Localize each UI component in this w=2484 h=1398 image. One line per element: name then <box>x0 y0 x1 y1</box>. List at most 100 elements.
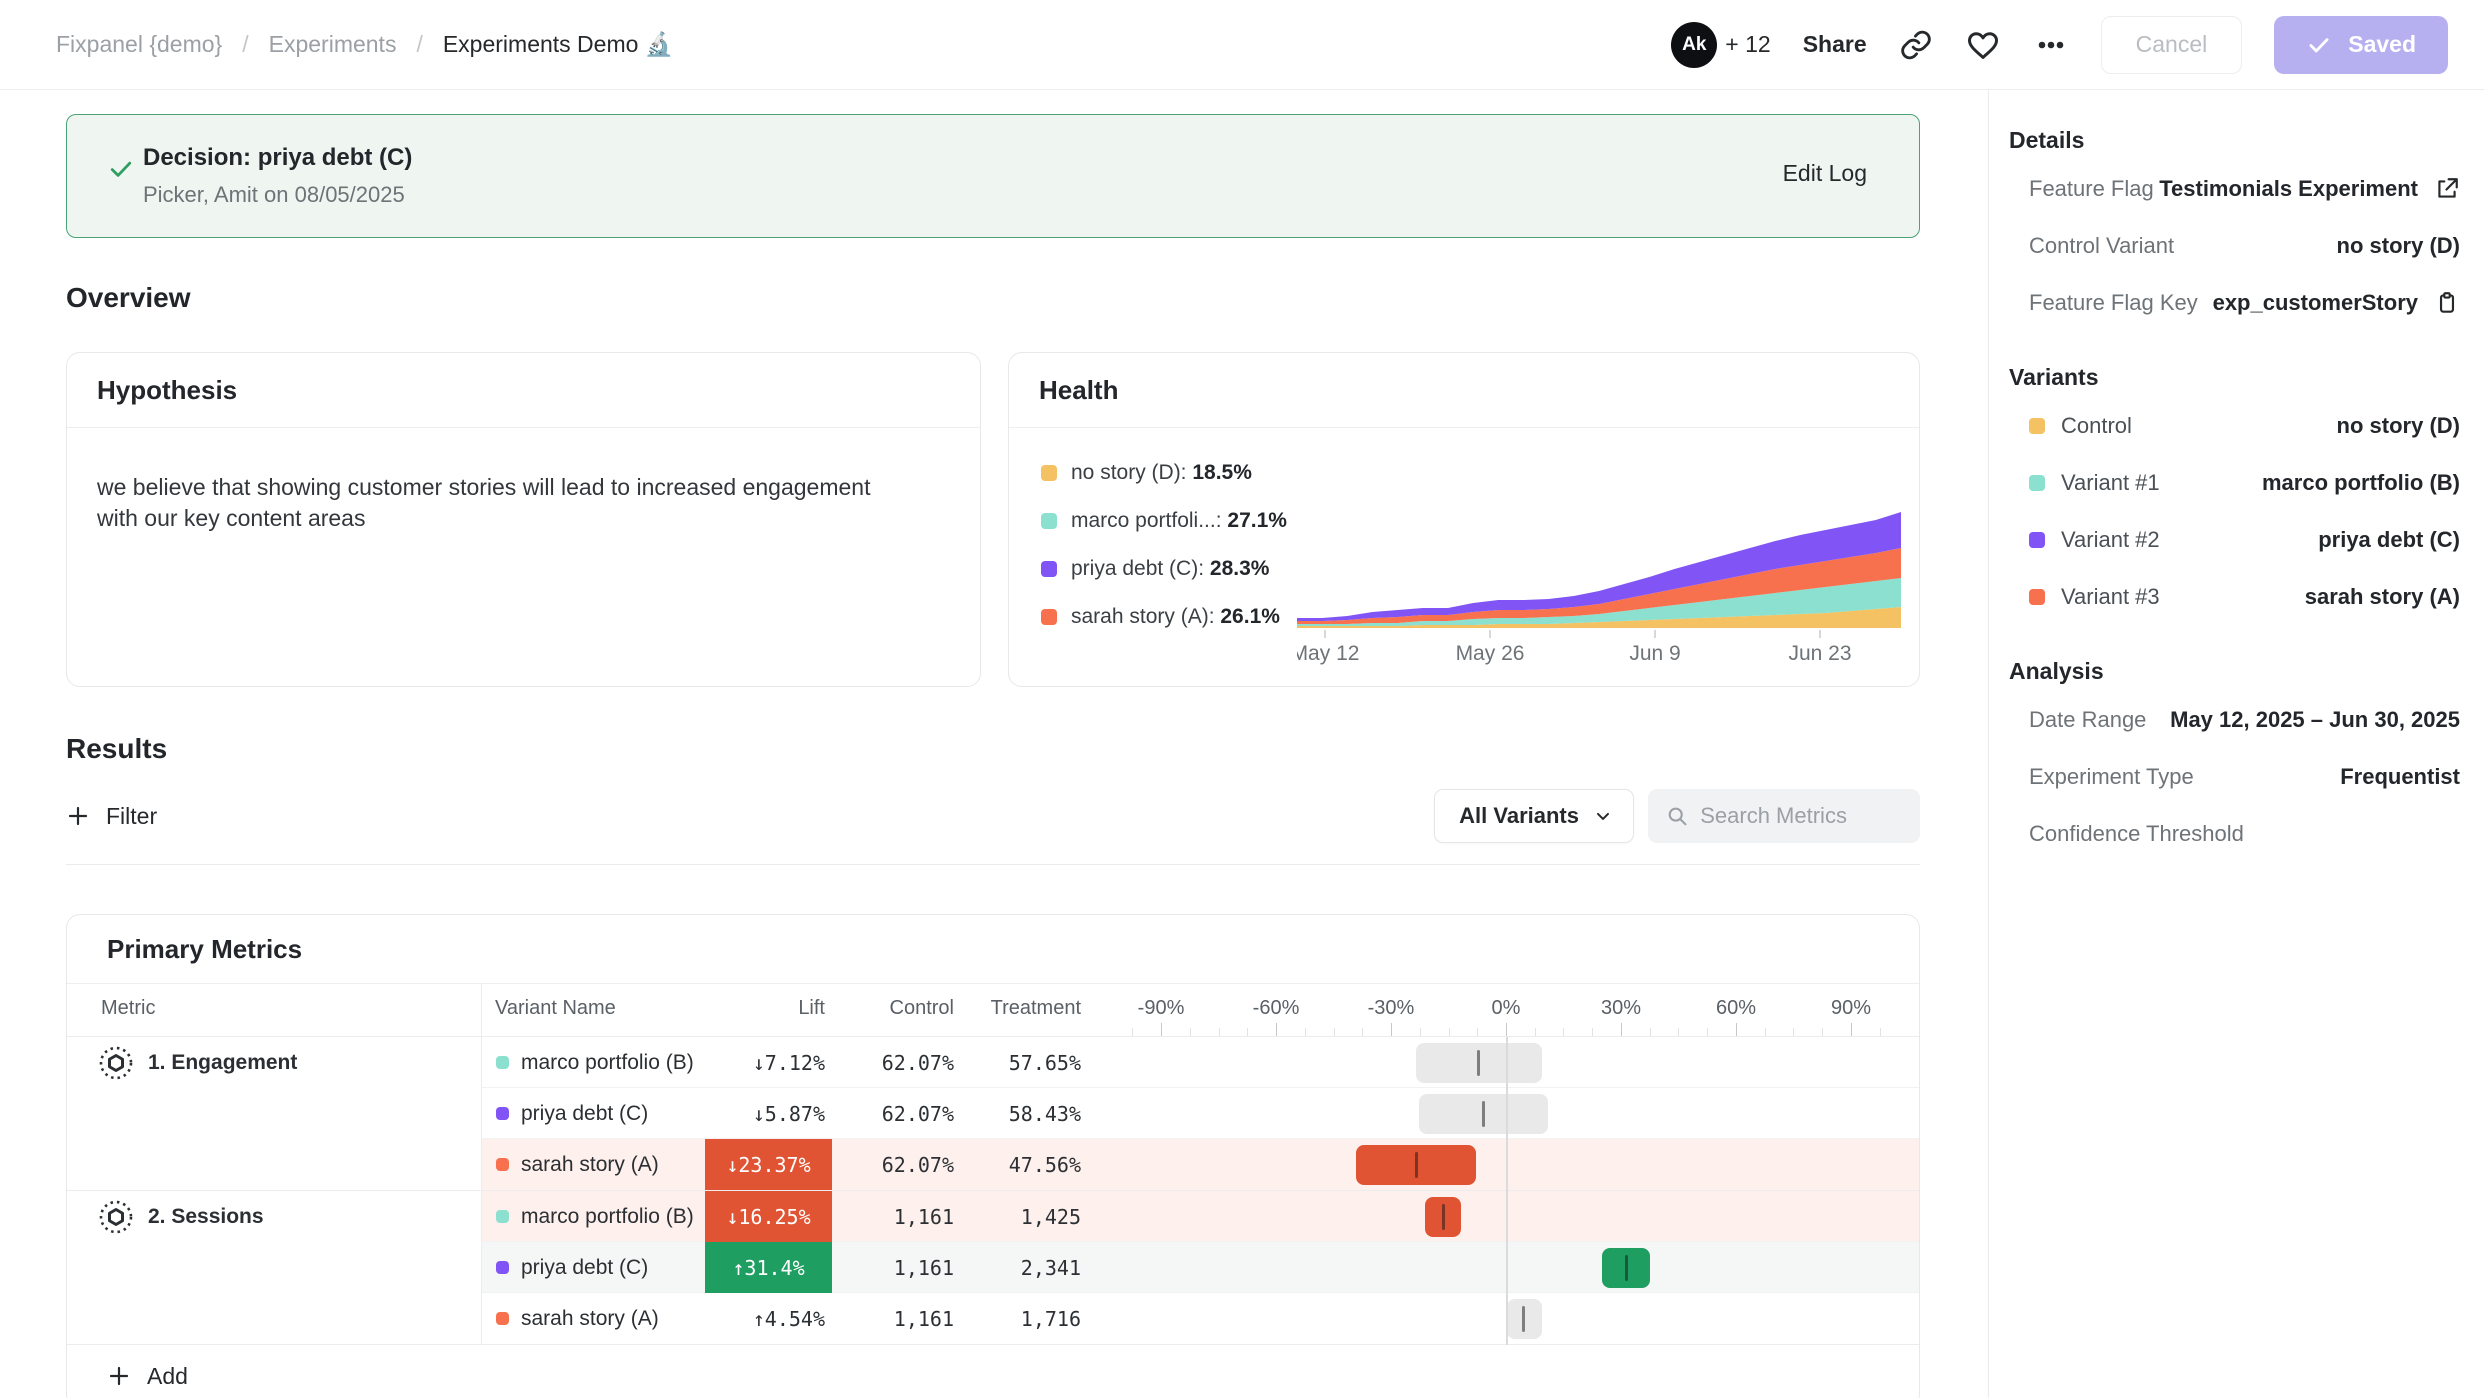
breadcrumb-item-2[interactable]: Experiments Demo 🔬 <box>443 31 674 58</box>
share-button[interactable]: Share <box>1803 31 1867 58</box>
metric-name: 1. Engagement <box>148 1051 297 1075</box>
saved-button[interactable]: Saved <box>2274 16 2448 74</box>
lift-chip: ↓23.37% <box>705 1139 832 1190</box>
sidebar-row-label: Control Variant <box>2029 233 2174 259</box>
lift-chip: ↑31.4% <box>705 1242 832 1293</box>
legend-label: sarah story (A): 26.1% <box>1071 605 1280 629</box>
decision-check-icon <box>107 155 135 183</box>
sidebar-section-details: DetailsFeature FlagTestimonials Experime… <box>2009 120 2460 331</box>
axis-minor-tick <box>1678 1028 1679 1036</box>
lift-chip: ↓16.25% <box>705 1191 832 1242</box>
external-link-icon[interactable] <box>2434 176 2460 202</box>
sidebar-row-label: Confidence Threshold <box>2029 821 2244 847</box>
table-row[interactable]: marco portfolio (B)↓7.12%62.07%57.65% <box>67 1037 1919 1088</box>
collaborators: Ak + 12 <box>1671 22 1770 68</box>
edit-log-button[interactable]: Edit Log <box>1783 160 1867 187</box>
breadcrumb-item-0[interactable]: Fixpanel {demo} <box>56 31 222 58</box>
legend-item-1[interactable]: marco portfoli...: 27.1% <box>1041 506 1287 535</box>
sidebar-row: Controlno story (D) <box>2009 397 2460 454</box>
col-header-metric: Metric <box>101 997 155 1020</box>
metric-target-icon <box>96 1197 136 1237</box>
breadcrumb-separator: / <box>416 31 422 58</box>
lift-value: ↑4.54% <box>675 1293 825 1344</box>
variants-dropdown-value: All Variants <box>1459 803 1579 829</box>
axis-minor-tick <box>1477 1028 1478 1036</box>
table-row[interactable]: priya debt (C)↓5.87%62.07%58.43% <box>67 1088 1919 1139</box>
column-divider <box>481 1037 482 1345</box>
copy-link-button[interactable] <box>1899 28 1933 62</box>
legend-item-0[interactable]: no story (D): 18.5% <box>1041 458 1287 487</box>
check-icon <box>2306 32 2332 58</box>
variant-color-swatch <box>2029 475 2045 491</box>
sidebar-row-value: no story (D) <box>2337 413 2460 439</box>
axis-minor-tick <box>1736 1023 1737 1036</box>
breadcrumb: Fixpanel {demo}/Experiments/Experiments … <box>56 31 673 58</box>
col-header-variant: Variant Name <box>495 997 616 1020</box>
sidebar-row-value: exp_customerStory <box>2213 290 2418 316</box>
treatment-value: 1,716 <box>936 1293 1081 1344</box>
results-toolbar: Filter All Variants <box>66 789 1920 843</box>
table-row[interactable]: sarah story (A)↑4.54%1,1611,716 <box>67 1293 1919 1344</box>
sidebar-section-title: Variants <box>2009 357 2460 397</box>
table-row[interactable]: marco portfolio (B)↓16.25%1,1611,425 <box>67 1191 1919 1242</box>
legend-label: priya debt (C): 28.3% <box>1071 557 1269 581</box>
health-title: Health <box>1009 353 1919 428</box>
table-header: MetricVariant NameLiftControlTreatment-9… <box>67 984 1919 1037</box>
results-heading: Results <box>66 733 1920 765</box>
cancel-button[interactable]: Cancel <box>2101 16 2243 74</box>
overview-heading: Overview <box>66 282 1920 314</box>
variant-color-swatch <box>496 1261 509 1274</box>
variant-cell: priya debt (C) <box>496 1242 648 1293</box>
hypothesis-title: Hypothesis <box>67 353 980 428</box>
legend-item-2[interactable]: priya debt (C): 28.3% <box>1041 554 1287 583</box>
table-row[interactable]: priya debt (C)↑31.4%1,1612,341 <box>67 1242 1919 1293</box>
avatar[interactable]: Ak <box>1671 22 1717 68</box>
treatment-value: 1,425 <box>936 1191 1081 1242</box>
legend-swatch <box>1041 465 1057 481</box>
axis-tick-label: 60% <box>1716 997 1756 1020</box>
axis-minor-tick <box>1276 1023 1277 1036</box>
search-input[interactable] <box>1700 803 1902 829</box>
legend-swatch <box>1041 609 1057 625</box>
axis-minor-tick <box>1391 1023 1392 1036</box>
sidebar-section-variants: VariantsControlno story (D)Variant #1mar… <box>2009 357 2460 625</box>
legend-item-3[interactable]: sarah story (A): 26.1% <box>1041 602 1287 631</box>
axis-tick-label: -30% <box>1368 997 1415 1020</box>
favorite-button[interactable] <box>1965 27 2001 63</box>
more-menu-button[interactable] <box>2033 27 2069 63</box>
variant-color-swatch <box>2029 589 2045 605</box>
variant-cell: marco portfolio (B) <box>496 1037 694 1088</box>
decision-banner: Decision: priya debt (C) Picker, Amit on… <box>66 114 1920 238</box>
search-icon <box>1666 803 1688 829</box>
breadcrumb-item-1[interactable]: Experiments <box>269 31 397 58</box>
sidebar-row-label: Feature Flag <box>2029 176 2154 202</box>
table-row[interactable]: sarah story (A)↓23.37%62.07%47.56% <box>67 1139 1919 1190</box>
filter-button[interactable]: Filter <box>66 803 157 830</box>
sidebar-row-value: priya debt (C) <box>2318 527 2460 553</box>
lift-value: ↓5.87% <box>675 1088 825 1139</box>
main-panel: Decision: priya debt (C) Picker, Amit on… <box>0 90 1988 1398</box>
treatment-value: 57.65% <box>936 1037 1081 1088</box>
axis-minor-tick <box>1161 1023 1162 1036</box>
collaborator-count[interactable]: + 12 <box>1725 31 1770 58</box>
column-divider <box>481 984 482 1036</box>
variant-name: priya debt (C) <box>521 1102 648 1126</box>
sidebar-row-label: Variant #3 <box>2061 584 2160 610</box>
add-metric-button[interactable]: Add <box>67 1345 1919 1398</box>
legend-label: no story (D): 18.5% <box>1071 461 1252 485</box>
axis-minor-tick <box>1362 1028 1363 1036</box>
axis-minor-tick <box>1132 1028 1133 1036</box>
avatar-initials: Ak <box>1682 34 1706 56</box>
ellipsis-icon <box>2033 27 2069 63</box>
metric-cell[interactable]: 2. Sessions <box>96 1191 264 1242</box>
sidebar-row-label: Experiment Type <box>2029 764 2194 790</box>
metric-cell[interactable]: 1. Engagement <box>96 1037 297 1088</box>
variant-name: sarah story (A) <box>521 1153 659 1177</box>
col-header-treatment: Treatment <box>927 997 1081 1020</box>
variants-dropdown[interactable]: All Variants <box>1434 789 1634 843</box>
variant-color-swatch <box>2029 418 2045 434</box>
axis-minor-tick <box>1880 1028 1881 1036</box>
add-metric-label: Add <box>147 1363 188 1390</box>
treatment-value: 47.56% <box>936 1139 1081 1190</box>
clipboard-icon[interactable] <box>2434 290 2460 316</box>
